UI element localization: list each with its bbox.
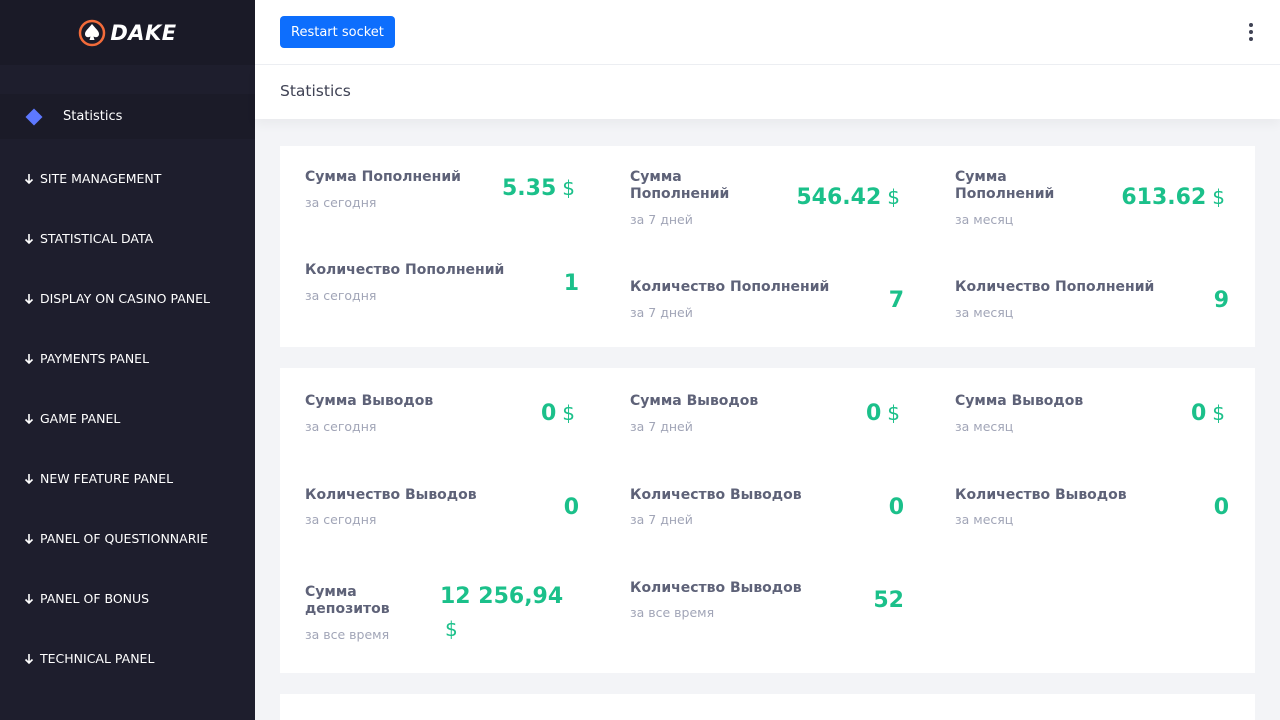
sidebar-section-site-management[interactable]: SITE MANAGEMENT — [24, 171, 161, 186]
dollar-icon: $ — [1212, 401, 1225, 425]
stat-label: Количество Выводов — [630, 580, 802, 596]
stat-period: за сегодня — [305, 419, 377, 434]
sidebar-section-label: PAYMENTS PANEL — [40, 351, 150, 366]
sidebar-section-label: PANEL OF QUESTIONNARIE — [40, 531, 208, 546]
stat-period: за сегодня — [305, 288, 377, 303]
sidebar-section-panel-of-questionnarie[interactable]: PANEL OF QUESTIONNARIE — [24, 531, 208, 546]
sidebar-section-label: TECHNICAL PANEL — [40, 651, 155, 666]
dollar-icon: $ — [562, 401, 575, 425]
sidebar-section-label: DISPLAY ON CASINO PANEL — [40, 291, 210, 306]
stat-label: Количество Выводов — [955, 487, 1127, 503]
arrow-down-icon — [24, 473, 34, 484]
withdrawals-count-today-value: 0 — [563, 495, 579, 520]
stat-period: за 7 дней — [630, 512, 693, 527]
arrow-down-icon — [24, 293, 34, 304]
deposits-sum-today-value: 5.35 $ — [501, 176, 575, 201]
sidebar-section-payments-panel[interactable]: PAYMENTS PANEL — [24, 351, 149, 366]
deposits-sum-week-value: 546.42 $ — [796, 185, 900, 210]
dollar-icon: $ — [445, 617, 458, 641]
arrow-down-icon — [24, 533, 34, 544]
dollar-icon: $ — [887, 401, 900, 425]
deposits-count-today-value: 1 — [563, 271, 579, 296]
deposits-count-week-value: 7 — [888, 288, 904, 313]
withdrawals-sum-month-value: 0 $ — [1190, 401, 1225, 426]
stat-period: за месяц — [955, 212, 1014, 227]
stat-label: Сумма Выводов — [630, 393, 759, 409]
stat-label: Количество Пополнений — [305, 262, 505, 278]
sidebar-section-new-feature-panel[interactable]: NEW FEATURE PANEL — [24, 471, 173, 486]
stat-label: Количество Выводов — [630, 487, 802, 503]
stat-period: за месяц — [955, 419, 1014, 434]
stat-period: за сегодня — [305, 512, 377, 527]
page-title: Statistics — [280, 82, 351, 100]
stat-label: Количество Пополнений — [955, 279, 1155, 295]
diamond-icon — [25, 108, 43, 125]
deposits-sum-month-value: 613.62 $ — [1121, 185, 1225, 210]
sidebar-section-label: SITE MANAGEMENT — [40, 171, 162, 186]
arrow-down-icon — [24, 413, 34, 424]
withdrawals-sum-week-value: 0 $ — [865, 401, 900, 426]
stat-label: Сумма Пополнений — [630, 169, 730, 202]
stat-period: за все время — [305, 627, 390, 642]
sidebar-section-display-on-casino-panel[interactable]: DISPLAY ON CASINO PANEL — [24, 291, 210, 306]
stat-period: за 7 дней — [630, 305, 693, 320]
sidebar-section-label: PANEL OF BONUS — [40, 591, 150, 606]
kebab-menu-icon[interactable] — [1248, 23, 1254, 41]
arrow-down-icon — [24, 173, 34, 184]
arrow-down-icon — [24, 653, 34, 664]
stat-label: Сумма депозитов — [305, 584, 390, 617]
sidebar-item-label: Statistics — [63, 109, 123, 124]
sidebar-section-technical-panel[interactable]: TECHNICAL PANEL — [24, 651, 154, 666]
stat-period: за сегодня — [305, 195, 377, 210]
dollar-icon: $ — [562, 176, 575, 200]
sidebar-section-statistical-data[interactable]: STATISTICAL DATA — [24, 231, 153, 246]
subheader: Statistics — [255, 65, 1280, 119]
dollar-icon: $ — [887, 185, 900, 209]
withdrawals-card — [280, 368, 1255, 673]
sidebar-section-label: GAME PANEL — [40, 411, 121, 426]
dollar-icon: $ — [1212, 185, 1225, 209]
sidebar-section-label: NEW FEATURE PANEL — [40, 471, 174, 486]
next-card — [280, 694, 1255, 720]
deposits-count-month-value: 9 — [1213, 288, 1229, 313]
spade-logo-icon — [78, 19, 106, 47]
stat-period: за месяц — [955, 305, 1014, 320]
sidebar-section-label: STATISTICAL DATA — [40, 231, 154, 246]
stat-label: Количество Выводов — [305, 487, 477, 503]
stat-period: за месяц — [955, 512, 1014, 527]
logo[interactable]: DAKE — [0, 0, 255, 65]
stat-period: за все время — [630, 605, 715, 620]
withdrawals-count-month-value: 0 — [1213, 495, 1229, 520]
stat-label: Количество Пополнений — [630, 279, 830, 295]
stat-label: Сумма Пополнений — [305, 169, 461, 185]
top-bar: Restart socket — [255, 0, 1280, 65]
stat-label: Сумма Пополнений — [955, 169, 1055, 202]
sidebar-item-statistics[interactable]: Statistics — [0, 94, 255, 139]
withdrawals-count-week-value: 0 — [888, 495, 904, 520]
stat-label: Сумма Выводов — [305, 393, 434, 409]
arrow-down-icon — [24, 233, 34, 244]
deposits-all-time-currency: $ — [440, 617, 458, 642]
stat-label: Сумма Выводов — [955, 393, 1084, 409]
withdrawals-sum-today-value: 0 $ — [540, 401, 575, 426]
deposits-all-time-value: 12 256,94 — [440, 584, 564, 609]
restart-socket-button[interactable]: Restart socket — [280, 16, 395, 48]
arrow-down-icon — [24, 353, 34, 364]
stat-period: за 7 дней — [630, 419, 693, 434]
arrow-down-icon — [24, 593, 34, 604]
brand-name: DAKE — [110, 20, 177, 45]
sidebar-section-game-panel[interactable]: GAME PANEL — [24, 411, 120, 426]
stat-period: за 7 дней — [630, 212, 693, 227]
withdrawals-count-all-time-value: 52 — [873, 588, 904, 613]
sidebar: DAKE Statistics SITE MANAGEMENT STATISTI… — [0, 0, 255, 720]
sidebar-section-panel-of-bonus[interactable]: PANEL OF BONUS — [24, 591, 149, 606]
